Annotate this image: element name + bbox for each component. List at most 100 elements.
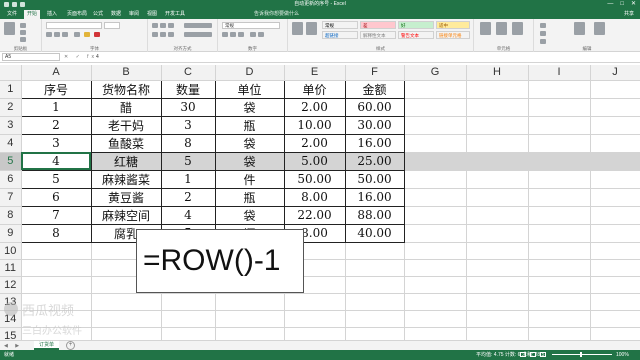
empty-cell[interactable] — [466, 293, 529, 311]
empty-cell[interactable] — [590, 293, 640, 311]
empty-cell[interactable] — [345, 276, 405, 294]
empty-cell[interactable] — [404, 134, 467, 153]
tell-me-box[interactable]: 告诉我你想要做什么 — [254, 10, 299, 19]
data-cell[interactable]: 25.00 — [344, 151, 405, 171]
empty-cell[interactable] — [404, 242, 467, 260]
empty-cell[interactable] — [345, 293, 405, 311]
data-cell[interactable]: 2 — [160, 187, 216, 207]
empty-cell[interactable] — [590, 276, 640, 294]
empty-cell[interactable] — [21, 242, 92, 260]
align-left-icon[interactable] — [152, 32, 158, 37]
row-header[interactable]: 11 — [0, 259, 22, 277]
fill-icon[interactable] — [540, 31, 546, 36]
data-cell[interactable]: 袋 — [214, 151, 285, 171]
empty-cell[interactable] — [590, 80, 640, 99]
data-cell[interactable]: 8.00 — [283, 187, 346, 207]
empty-cell[interactable] — [466, 276, 529, 294]
empty-cell[interactable] — [590, 170, 640, 189]
italic-icon[interactable] — [54, 32, 60, 37]
empty-cell[interactable] — [528, 116, 591, 135]
empty-cell[interactable] — [590, 259, 640, 277]
align-right-icon[interactable] — [168, 32, 174, 37]
empty-cell[interactable] — [590, 98, 640, 117]
data-cell[interactable]: 4 — [160, 205, 216, 225]
data-cell[interactable]: 5 — [20, 169, 92, 189]
cut-icon[interactable] — [20, 23, 26, 28]
row-header[interactable]: 12 — [0, 276, 22, 294]
empty-cell[interactable] — [466, 98, 529, 117]
empty-cell[interactable] — [590, 188, 640, 207]
data-cell[interactable]: 3 — [20, 133, 92, 153]
data-cell[interactable]: 2.00 — [283, 97, 346, 117]
row-header[interactable]: 7 — [0, 188, 22, 207]
tab-insert[interactable]: 插入 — [44, 10, 60, 19]
data-cell[interactable]: 30 — [160, 97, 216, 117]
data-cell[interactable]: 袋 — [214, 133, 285, 153]
style-good[interactable]: 好 — [398, 21, 434, 29]
row-header[interactable]: 10 — [0, 242, 22, 260]
tab-home[interactable]: 开始 — [24, 10, 41, 19]
empty-cell[interactable] — [528, 276, 591, 294]
tab-formulas[interactable]: 公式 — [90, 10, 106, 19]
header-cell[interactable]: 货物名称 — [90, 79, 162, 99]
empty-cell[interactable] — [528, 206, 591, 225]
empty-cell[interactable] — [528, 80, 591, 99]
data-cell[interactable]: 16.00 — [344, 187, 405, 207]
empty-cell[interactable] — [466, 259, 529, 277]
style-bad[interactable]: 差 — [360, 21, 396, 29]
data-cell[interactable]: 50.00 — [283, 169, 346, 189]
border-icon[interactable] — [74, 32, 80, 37]
data-cell[interactable]: 3 — [160, 115, 216, 135]
row-header[interactable]: 6 — [0, 170, 22, 189]
data-cell[interactable]: 黄豆酱 — [90, 187, 162, 207]
sheet-tab-active[interactable]: 订货单 — [34, 341, 60, 350]
data-cell[interactable]: 麻辣空间 — [90, 205, 162, 225]
data-cell[interactable]: 22.00 — [283, 205, 346, 225]
column-header[interactable]: F — [345, 65, 405, 81]
maximize-button[interactable]: □ — [620, 1, 624, 8]
data-cell[interactable]: 7 — [20, 205, 92, 225]
empty-cell[interactable] — [404, 276, 467, 294]
empty-cell[interactable] — [466, 80, 529, 99]
empty-cell[interactable] — [466, 152, 529, 171]
data-cell[interactable]: 2.00 — [283, 133, 346, 153]
align-top-icon[interactable] — [152, 23, 158, 28]
sheet-nav-arrows[interactable]: ◀ ▶ — [4, 342, 22, 350]
data-cell[interactable]: 8 — [20, 223, 92, 243]
number-format-select[interactable]: 常规 — [222, 22, 280, 29]
empty-cell[interactable] — [590, 206, 640, 225]
empty-cell[interactable] — [404, 170, 467, 189]
style-neutral[interactable]: 适中 — [436, 21, 470, 29]
row-header[interactable]: 8 — [0, 206, 22, 225]
empty-cell[interactable] — [590, 310, 640, 328]
align-center-icon[interactable] — [160, 32, 166, 37]
empty-cell[interactable] — [404, 98, 467, 117]
empty-cell[interactable] — [528, 310, 591, 328]
data-cell[interactable]: 60.00 — [344, 97, 405, 117]
active-cell[interactable]: 4 — [20, 151, 92, 171]
formula-input[interactable]: 4 — [92, 53, 636, 61]
data-cell[interactable]: 16.00 — [344, 133, 405, 153]
header-cell[interactable]: 金额 — [344, 79, 405, 99]
tab-review[interactable]: 审阅 — [126, 10, 142, 19]
merge-center-icon[interactable] — [184, 32, 212, 37]
row-header[interactable]: 4 — [0, 134, 22, 153]
empty-cell[interactable] — [345, 259, 405, 277]
data-cell[interactable]: 8 — [160, 133, 216, 153]
empty-cell[interactable] — [590, 242, 640, 260]
data-cell[interactable]: 88.00 — [344, 205, 405, 225]
row-header[interactable]: 9 — [0, 224, 22, 243]
tab-data[interactable]: 数据 — [108, 10, 124, 19]
empty-cell[interactable] — [404, 80, 467, 99]
zoom-slider-thumb[interactable] — [580, 352, 582, 357]
data-cell[interactable]: 5 — [160, 151, 216, 171]
empty-cell[interactable] — [404, 188, 467, 207]
header-cell[interactable]: 数量 — [160, 79, 216, 99]
empty-cell[interactable] — [590, 152, 640, 171]
data-cell[interactable]: 麻辣酱菜 — [90, 169, 162, 189]
currency-icon[interactable] — [222, 32, 228, 37]
share-button[interactable]: 共享 — [624, 10, 634, 19]
column-header[interactable]: A — [21, 65, 92, 81]
empty-cell[interactable] — [528, 152, 591, 171]
data-cell[interactable]: 5.00 — [283, 151, 346, 171]
